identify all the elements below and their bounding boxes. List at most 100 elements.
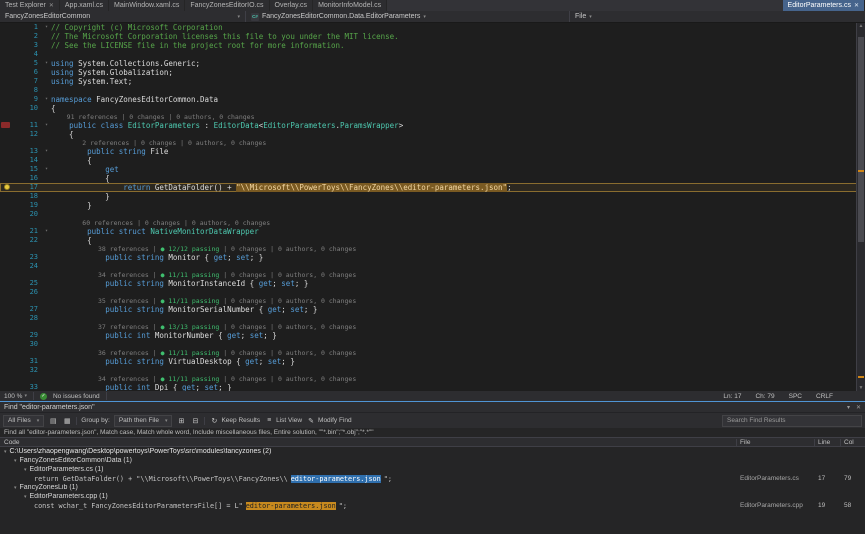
code-line[interactable]: 6using System.Globalization; [0, 68, 865, 77]
code-line[interactable]: 13▾ public string File [0, 147, 865, 156]
code-line[interactable]: 16 { [0, 174, 865, 183]
spaces-indicator[interactable]: SPC [789, 393, 802, 400]
code-line[interactable]: 8 [0, 86, 865, 95]
expander-icon[interactable]: ▾ [14, 458, 17, 464]
code-line[interactable]: 21▾ public struct NativeMonitorDataWrapp… [0, 227, 865, 236]
code-line[interactable]: 12 { [0, 130, 865, 139]
find-group-row[interactable]: ▾FancyZonesEditorCommon\Data (1) [0, 456, 865, 465]
code-line[interactable]: 29 public int MonitorNumber { get; set; … [0, 331, 865, 340]
health-check-icon[interactable]: ✓ [40, 393, 47, 400]
scroll-down-icon[interactable]: ▼ [857, 385, 865, 391]
code-line[interactable]: 17 return GetDataFolder() + "\\Microsoft… [0, 183, 865, 192]
keep-results-button[interactable]: ↻ Keep Results [209, 416, 260, 426]
code-line[interactable]: 3// See the LICENSE file in the project … [0, 41, 865, 50]
codelens-row[interactable]: 37 references | ● 13/13 passing | 0 chan… [0, 323, 865, 331]
codelens-row[interactable]: 38 references | ● 12/12 passing | 0 chan… [0, 245, 865, 253]
modify-find-button[interactable]: ✎ Modify Find [306, 416, 352, 426]
codelens-row[interactable]: 34 references | ● 11/11 passing | 0 chan… [0, 375, 865, 383]
code-line[interactable]: 1▾// Copyright (c) Microsoft Corporation [0, 23, 865, 32]
groupby-dropdown[interactable]: Path then File ▾ [114, 415, 173, 427]
code-line[interactable]: 18 } [0, 192, 865, 201]
expander-icon[interactable]: ▾ [24, 494, 27, 500]
collapse-all-icon[interactable]: ⊟ [190, 416, 200, 426]
type-dropdown[interactable]: C# FancyZonesEditorCommon.Data.EditorPar… [246, 11, 570, 22]
scrollbar-thumb[interactable] [858, 37, 864, 242]
code-editor[interactable]: 1▾// Copyright (c) Microsoft Corporation… [0, 23, 865, 391]
code-line[interactable]: 9▾namespace FancyZonesEditorCommon.Data [0, 95, 865, 104]
codelens-row[interactable]: 35 references | ● 11/11 passing | 0 chan… [0, 297, 865, 305]
code-line[interactable]: 7using System.Text; [0, 77, 865, 86]
expander-icon[interactable]: ▾ [24, 467, 27, 473]
codelens-row[interactable]: 91 references | 0 changes | 0 authors, 0… [0, 113, 865, 121]
code-line[interactable]: 15▾ get [0, 165, 865, 174]
document-tab[interactable]: Test Explorer✕ [0, 0, 60, 11]
codelens-row[interactable]: 2 references | 0 changes | 0 authors, 0 … [0, 139, 865, 147]
column-header-col[interactable]: Col [841, 439, 865, 446]
member-dropdown[interactable]: File ▾ [570, 11, 865, 22]
codelens-row[interactable]: 36 references | ● 11/11 passing | 0 chan… [0, 349, 865, 357]
document-tab[interactable]: App.xaml.cs [60, 0, 109, 11]
code-line[interactable]: 22 { [0, 236, 865, 245]
code-line[interactable]: 19 } [0, 201, 865, 210]
code-line[interactable]: 25 public string MonitorInstanceId { get… [0, 279, 865, 288]
code-line[interactable]: 33 public int Dpi { get; set; } [0, 383, 865, 391]
code-line[interactable]: 14 { [0, 156, 865, 165]
code-line[interactable]: 20 [0, 210, 865, 219]
code-line[interactable]: 30 [0, 340, 865, 349]
code-line[interactable]: 2// The Microsoft Corporation licenses t… [0, 32, 865, 41]
code-line[interactable]: 23 public string Monitor { get; set; } [0, 253, 865, 262]
scroll-up-icon[interactable]: ▲ [857, 23, 865, 29]
find-group-row[interactable]: ▾FancyZonesLib (1) [0, 483, 865, 492]
close-icon[interactable]: ✕ [854, 2, 859, 9]
document-tab[interactable]: MainWindow.xaml.cs [109, 0, 185, 11]
document-tab[interactable]: Overlay.cs [270, 0, 314, 11]
fold-chevron-icon[interactable]: ▾ [42, 165, 51, 174]
column-header-line[interactable]: Line [815, 439, 841, 446]
code-line[interactable]: 31 public string VirtualDesktop { get; s… [0, 357, 865, 366]
fold-chevron-icon[interactable]: ▾ [42, 147, 51, 156]
code-line[interactable]: 11▾ public class EditorParameters : Edit… [0, 121, 865, 130]
find-group-row[interactable]: ▾EditorParameters.cpp (1) [0, 492, 865, 501]
editor-scrollbar[interactable]: ▲ ▼ [856, 23, 865, 391]
expander-icon[interactable]: ▾ [4, 449, 7, 455]
fold-chevron-icon[interactable]: ▾ [42, 95, 51, 104]
codelens-row[interactable]: 34 references | ● 11/11 passing | 0 chan… [0, 271, 865, 279]
fold-chevron-icon[interactable]: ▾ [42, 59, 51, 68]
files-filter-dropdown[interactable]: All Files ▾ [3, 415, 44, 427]
fold-chevron-icon[interactable]: ▾ [42, 23, 51, 32]
code-line[interactable]: 10{ [0, 104, 865, 113]
document-tab[interactable]: FancyZonesEditorIO.cs [185, 0, 269, 11]
fold-chevron-icon[interactable]: ▾ [42, 121, 51, 130]
column-header-file[interactable]: File [737, 439, 815, 446]
code-line[interactable]: 4 [0, 50, 865, 59]
active-document-tab[interactable]: EditorParameters.cs ✕ [783, 0, 865, 11]
search-results-input[interactable] [722, 415, 862, 427]
panel-title-bar[interactable]: Find "editor-parameters.json" ▾ ✕ [0, 402, 865, 412]
copy-icon[interactable]: ▤ [48, 416, 58, 426]
fold-chevron-icon[interactable]: ▾ [42, 227, 51, 236]
eol-indicator[interactable]: CRLF [816, 393, 833, 400]
zoom-control[interactable]: 100 % ▾ [4, 393, 27, 400]
close-icon[interactable]: ✕ [856, 404, 861, 411]
find-group-row[interactable]: ▾EditorParameters.cs (1) [0, 465, 865, 474]
list-view-button[interactable]: ≡ List View [264, 416, 302, 426]
code-line[interactable]: 28 [0, 314, 865, 323]
code-line[interactable]: 32 [0, 366, 865, 375]
find-result-row[interactable]: return GetDataFolder() + "\\Microsoft\\P… [0, 474, 865, 483]
close-icon[interactable]: ✕ [49, 2, 54, 9]
find-group-row[interactable]: ▾C:\Users\zhaopengwang\Desktop\powertoys… [0, 447, 865, 456]
expander-icon[interactable]: ▾ [14, 485, 17, 491]
column-header-code[interactable]: Code [0, 439, 737, 446]
code-line[interactable]: 26 [0, 288, 865, 297]
chevron-down-icon[interactable]: ▾ [847, 404, 850, 411]
find-result-row[interactable]: const wchar_t FancyZonesEditorParameters… [0, 501, 865, 510]
code-line[interactable]: 24 [0, 262, 865, 271]
select-all-icon[interactable]: ▦ [62, 416, 72, 426]
lightbulb-icon[interactable] [4, 184, 10, 190]
document-tab[interactable]: MonitorInfoModel.cs [313, 0, 387, 11]
code-line[interactable]: 27 public string MonitorSerialNumber { g… [0, 305, 865, 314]
project-dropdown[interactable]: FancyZonesEditorCommon ▾ [0, 11, 246, 22]
expand-all-icon[interactable]: ⊞ [176, 416, 186, 426]
code-line[interactable]: 5▾using System.Collections.Generic; [0, 59, 865, 68]
codelens-row[interactable]: 60 references | 0 changes | 0 authors, 0… [0, 219, 865, 227]
